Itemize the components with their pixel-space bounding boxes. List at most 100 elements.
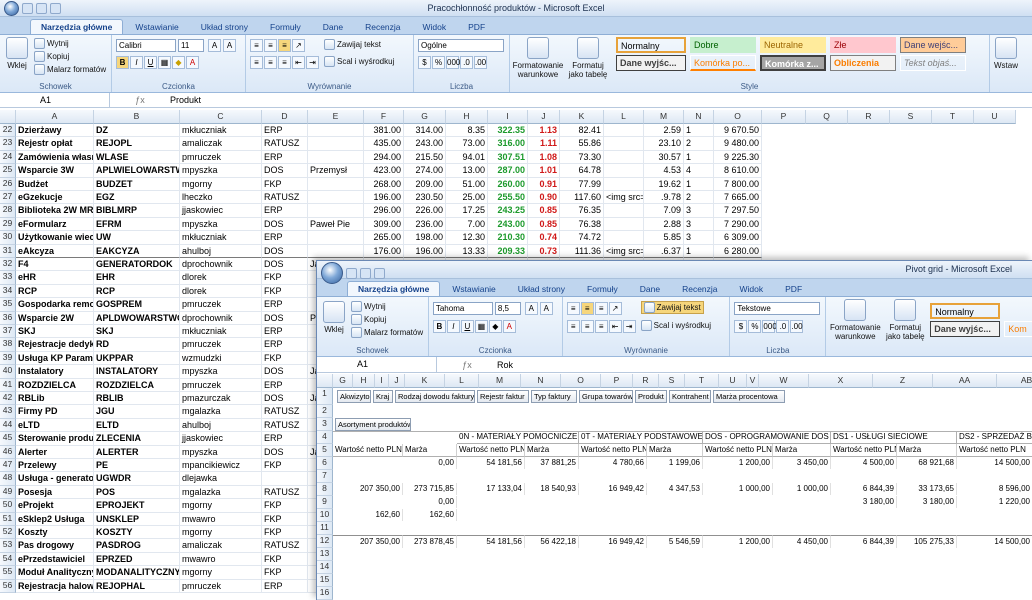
- back-cell[interactable]: Zamówienia własne: [16, 150, 94, 165]
- tab-front-5[interactable]: Recenzja: [672, 282, 727, 296]
- front-column-header-G[interactable]: G: [333, 374, 353, 388]
- column-header-Q[interactable]: Q: [806, 110, 848, 124]
- back-cell[interactable]: 243.00: [404, 137, 446, 151]
- row-header[interactable]: 31: [0, 244, 16, 258]
- front-row-header[interactable]: 4: [317, 431, 333, 444]
- italic-button[interactable]: I: [130, 56, 143, 69]
- front-bold-button[interactable]: B: [432, 320, 446, 333]
- pivot-field-button[interactable]: Rejestr faktur: [477, 390, 529, 403]
- back-cell[interactable]: MODANALITYCZNY: [94, 566, 180, 580]
- back-cell[interactable]: EPRZED: [94, 552, 180, 567]
- back-cell[interactable]: 243.25: [488, 204, 528, 218]
- back-cell[interactable]: Przemysł: [308, 164, 364, 178]
- style-obliczenia[interactable]: Obliczenia: [830, 55, 896, 71]
- back-cell[interactable]: 1.08: [528, 150, 560, 165]
- column-header-N[interactable]: N: [684, 110, 714, 124]
- back-cell[interactable]: Wsparcie 2W: [16, 311, 94, 325]
- back-cell[interactable]: 268.00: [364, 177, 404, 191]
- pivot-field-button[interactable]: Rodzaj dowodu faktury: [395, 390, 475, 403]
- back-cell[interactable]: 25.00: [446, 191, 488, 205]
- back-cell[interactable]: 1: [684, 150, 714, 165]
- front-row-header[interactable]: 11: [317, 522, 333, 535]
- back-cell[interactable]: pmazurczak: [180, 392, 262, 406]
- tab-front-4[interactable]: Dane: [630, 282, 670, 296]
- back-cell[interactable]: 13.33: [446, 244, 488, 258]
- back-cell[interactable]: Usługa - generator: [16, 472, 94, 486]
- row-header[interactable]: 26: [0, 177, 16, 191]
- column-header-K[interactable]: K: [560, 110, 604, 124]
- front-column-header-K[interactable]: K: [405, 374, 445, 388]
- style-neutralne[interactable]: Neutralne: [760, 37, 826, 53]
- back-cell[interactable]: DOS: [262, 244, 308, 258]
- tab-front-7[interactable]: PDF: [775, 282, 812, 296]
- back-cell[interactable]: [308, 244, 364, 258]
- front-thousands-button[interactable]: 000: [762, 320, 777, 333]
- front-borders-button[interactable]: ▦: [474, 320, 488, 333]
- column-header-O[interactable]: O: [714, 110, 762, 124]
- front-font-name-combo[interactable]: Tahoma: [432, 302, 493, 315]
- back-cell[interactable]: [262, 472, 308, 486]
- back-cell[interactable]: <img src=: [604, 244, 644, 258]
- back-cell[interactable]: FKP: [262, 512, 308, 526]
- back-cell[interactable]: 226.00: [404, 204, 446, 218]
- front-row-header[interactable]: 12: [317, 535, 333, 548]
- front-increase-indent-button[interactable]: ⇥: [622, 320, 636, 333]
- back-cell[interactable]: UGWDR: [94, 472, 180, 486]
- back-cell[interactable]: Rejestracje dedykowane: [16, 338, 94, 352]
- column-header-F[interactable]: F: [364, 110, 404, 124]
- row-header[interactable]: 37: [0, 325, 16, 339]
- back-cell[interactable]: RATUSZ: [262, 485, 308, 500]
- wrap-text-button[interactable]: Zawijaj tekst: [324, 39, 381, 50]
- back-cell[interactable]: 17.25: [446, 204, 488, 218]
- pivot-field-button[interactable]: Typ faktury: [531, 390, 577, 403]
- underline-button[interactable]: U: [144, 56, 157, 69]
- paste-button[interactable]: Wklej: [4, 37, 30, 70]
- shrink-font-button[interactable]: A: [223, 39, 236, 52]
- back-cell[interactable]: pmruczek: [180, 150, 262, 165]
- row-header[interactable]: 40: [0, 365, 16, 379]
- back-cell[interactable]: dprochownik: [180, 258, 262, 272]
- back-cell[interactable]: RCP: [16, 284, 94, 299]
- back-cell[interactable]: jjaskowiec: [180, 204, 262, 218]
- front-shrink-font-button[interactable]: A: [539, 302, 553, 315]
- back-cell[interactable]: Przelewy: [16, 459, 94, 473]
- back-cell[interactable]: 260.00: [488, 177, 528, 191]
- back-cell[interactable]: Użytkowanie wieczyste: [16, 231, 94, 245]
- back-cell[interactable]: SKJ: [94, 325, 180, 339]
- back-cell[interactable]: 6 280.00: [714, 244, 762, 258]
- front-align-center-button[interactable]: ≡: [580, 320, 594, 333]
- front-column-header-S[interactable]: S: [659, 374, 685, 388]
- back-cell[interactable]: dprochownik: [180, 311, 262, 325]
- format-painter-button[interactable]: Malarz formatów: [34, 64, 106, 75]
- front-align-middle-button[interactable]: ≡: [580, 302, 594, 315]
- back-cell[interactable]: 176.00: [364, 244, 404, 258]
- row-header[interactable]: 28: [0, 204, 16, 218]
- back-cell[interactable]: 294.00: [364, 150, 404, 165]
- back-cell[interactable]: ERP: [262, 204, 308, 218]
- front-select-all-corner[interactable]: [317, 374, 333, 388]
- front-formula-input[interactable]: Rok: [497, 360, 513, 370]
- back-cell[interactable]: DOS: [262, 445, 308, 459]
- back-cell[interactable]: 7 290.00: [714, 217, 762, 232]
- back-cell[interactable]: mgorny: [180, 566, 262, 580]
- back-cell[interactable]: FKP: [262, 526, 308, 540]
- back-cell[interactable]: 111.36: [560, 244, 604, 258]
- back-cell[interactable]: PASDROG: [94, 539, 180, 553]
- back-cell[interactable]: 7 800.00: [714, 177, 762, 191]
- back-cell[interactable]: mpyszka: [180, 164, 262, 178]
- row-header[interactable]: 32: [0, 258, 16, 272]
- back-cell[interactable]: EPROJEKT: [94, 499, 180, 513]
- back-cell[interactable]: GOSPREM: [94, 298, 180, 312]
- column-header-D[interactable]: D: [262, 110, 308, 124]
- back-cell[interactable]: APLDWOWARSTWO: [94, 311, 180, 325]
- back-cell[interactable]: 76.35: [560, 204, 604, 218]
- pivot-field-button[interactable]: Akwizytor: [337, 390, 371, 403]
- front-number-format-combo[interactable]: Tekstowe: [734, 302, 821, 315]
- back-cell[interactable]: 0.90: [528, 191, 560, 205]
- back-cell[interactable]: 74.72: [560, 231, 604, 245]
- front-name-box[interactable]: A1: [317, 357, 437, 372]
- format-as-table-button[interactable]: Formatuj jako tabelę: [566, 37, 610, 79]
- fill-color-button[interactable]: ◆: [172, 56, 185, 69]
- back-cell[interactable]: 196.00: [364, 191, 404, 205]
- back-cell[interactable]: 209.00: [404, 177, 446, 191]
